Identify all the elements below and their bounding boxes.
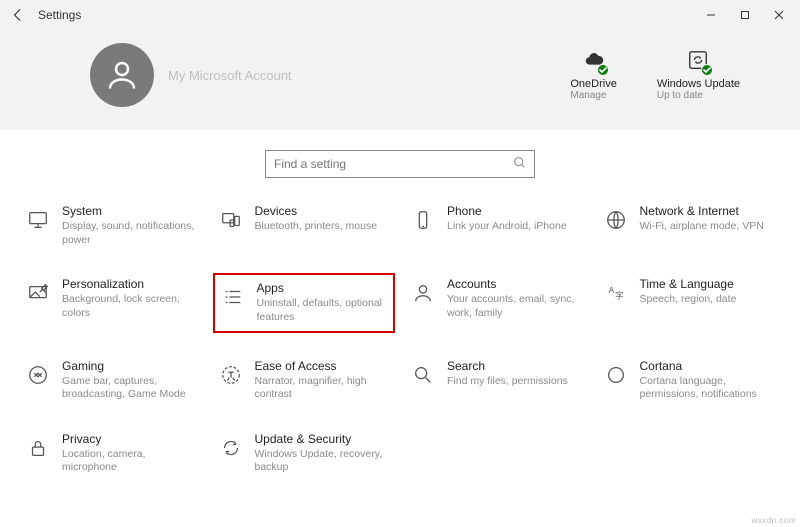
tile-desc: Windows Update, recovery, backup xyxy=(255,448,392,475)
tile-title: Phone xyxy=(447,204,567,218)
close-button[interactable] xyxy=(762,0,796,30)
avatar[interactable] xyxy=(90,43,154,107)
status-onedrive[interactable]: OneDrive Manage xyxy=(570,49,616,101)
personalization-icon xyxy=(24,279,52,307)
tile-update-security[interactable]: Update & Security Windows Update, recover… xyxy=(213,428,396,479)
tile-title: Privacy xyxy=(62,432,199,446)
tile-title: System xyxy=(62,204,199,218)
accounts-icon xyxy=(409,279,437,307)
tile-title: Ease of Access xyxy=(255,359,392,373)
back-button[interactable] xyxy=(4,1,32,29)
tile-title: Devices xyxy=(255,204,378,218)
tile-desc: Find my files, permissions xyxy=(447,375,568,389)
search-icon xyxy=(513,156,526,172)
tile-network[interactable]: Network & Internet Wi-Fi, airplane mode, … xyxy=(598,200,781,251)
tile-title: Apps xyxy=(257,281,390,295)
status-title: OneDrive xyxy=(570,78,616,90)
devices-icon xyxy=(217,206,245,234)
status-sub: Up to date xyxy=(657,90,703,101)
status-title: Windows Update xyxy=(657,78,740,90)
tile-accounts[interactable]: Accounts Your accounts, email, sync, work… xyxy=(405,273,588,332)
window-title: Settings xyxy=(38,8,81,22)
tile-desc: Speech, region, date xyxy=(640,293,737,307)
status-sub: Manage xyxy=(570,90,606,101)
update-icon xyxy=(217,434,245,462)
tile-cortana[interactable]: Cortana Cortana language, permissions, no… xyxy=(598,355,781,406)
header: My Microsoft Account OneDrive Manage Win… xyxy=(0,30,800,130)
account-label: My Microsoft Account xyxy=(168,68,292,83)
phone-icon xyxy=(409,206,437,234)
titlebar: Settings xyxy=(0,0,800,30)
minimize-button[interactable] xyxy=(694,0,728,30)
check-badge xyxy=(701,64,713,76)
sync-icon xyxy=(687,49,709,74)
user-icon xyxy=(104,57,140,93)
tile-system[interactable]: System Display, sound, notifications, pow… xyxy=(20,200,203,251)
tile-desc: Cortana language, permissions, notificat… xyxy=(640,375,777,402)
tile-desc: Uninstall, defaults, optional features xyxy=(257,297,390,324)
tile-desc: Narrator, magnifier, high contrast xyxy=(255,375,392,402)
search-box[interactable] xyxy=(265,150,535,178)
tile-desc: Your accounts, email, sync, work, family xyxy=(447,293,584,320)
tile-phone[interactable]: Phone Link your Android, iPhone xyxy=(405,200,588,251)
maximize-button[interactable] xyxy=(728,0,762,30)
tile-title: Accounts xyxy=(447,277,584,291)
lock-icon xyxy=(24,434,52,462)
category-grid: System Display, sound, notifications, pow… xyxy=(0,192,800,499)
tile-title: Gaming xyxy=(62,359,199,373)
tile-gaming[interactable]: Gaming Game bar, captures, broadcasting, … xyxy=(20,355,203,406)
tile-desc: Display, sound, notifications, power xyxy=(62,220,199,247)
svg-text:A: A xyxy=(608,286,614,295)
tile-desc: Wi-Fi, airplane mode, VPN xyxy=(640,220,764,234)
tile-title: Personalization xyxy=(62,277,199,291)
cloud-icon xyxy=(583,49,605,74)
cortana-icon xyxy=(602,361,630,389)
tile-devices[interactable]: Devices Bluetooth, printers, mouse xyxy=(213,200,396,251)
watermark: wsxdn.com xyxy=(751,516,796,525)
tile-privacy[interactable]: Privacy Location, camera, microphone xyxy=(20,428,203,479)
tile-desc: Link your Android, iPhone xyxy=(447,220,567,234)
tile-desc: Bluetooth, printers, mouse xyxy=(255,220,378,234)
check-badge xyxy=(597,64,609,76)
search-input[interactable] xyxy=(274,157,513,171)
gaming-icon xyxy=(24,361,52,389)
tile-time-language[interactable]: A字 Time & Language Speech, region, date xyxy=(598,273,781,332)
time-language-icon: A字 xyxy=(602,279,630,307)
svg-text:字: 字 xyxy=(615,291,623,301)
status-windows-update[interactable]: Windows Update Up to date xyxy=(657,49,740,101)
tile-desc: Background, lock screen, colors xyxy=(62,293,199,320)
ease-of-access-icon xyxy=(217,361,245,389)
tile-title: Update & Security xyxy=(255,432,392,446)
tile-desc: Game bar, captures, broadcasting, Game M… xyxy=(62,375,199,402)
tile-search[interactable]: Search Find my files, permissions xyxy=(405,355,588,406)
apps-icon xyxy=(219,283,247,311)
system-icon xyxy=(24,206,52,234)
search-category-icon xyxy=(409,361,437,389)
search-row xyxy=(0,130,800,192)
tile-title: Cortana xyxy=(640,359,777,373)
globe-icon xyxy=(602,206,630,234)
tile-apps[interactable]: Apps Uninstall, defaults, optional featur… xyxy=(213,273,396,332)
tile-ease-of-access[interactable]: Ease of Access Narrator, magnifier, high … xyxy=(213,355,396,406)
tile-desc: Location, camera, microphone xyxy=(62,448,199,475)
tile-title: Network & Internet xyxy=(640,204,764,218)
tile-personalization[interactable]: Personalization Background, lock screen, … xyxy=(20,273,203,332)
tile-title: Time & Language xyxy=(640,277,737,291)
tile-title: Search xyxy=(447,359,568,373)
